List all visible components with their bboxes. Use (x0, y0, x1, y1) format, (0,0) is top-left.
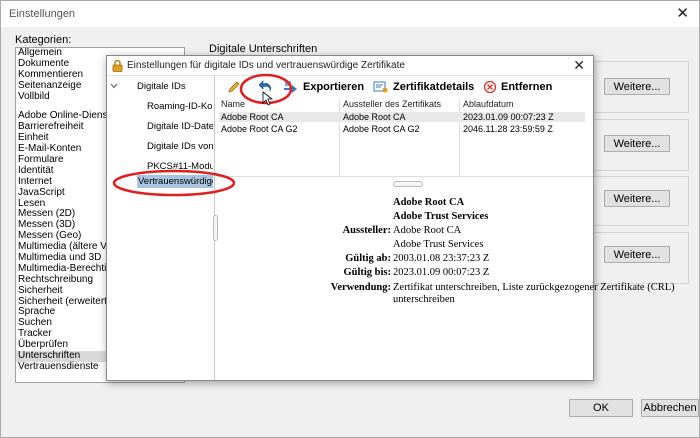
window-title: Einstellungen (9, 8, 76, 20)
detail-issuer-name: Adobe Root CA (393, 225, 462, 236)
dialog-title: Einstellungen für digitale IDs und vertr… (127, 60, 405, 71)
column-header-expires[interactable]: Ablaufdatum (463, 99, 514, 111)
table-row[interactable]: Adobe Root CA G2 Adobe Root CA G2 2046.1… (219, 124, 585, 134)
cancel-button[interactable]: Abbrechen (641, 399, 699, 417)
detail-cert-org: Adobe Trust Services (393, 211, 489, 222)
export-button[interactable]: Exportieren (283, 78, 364, 96)
tree-item-pkcs11[interactable]: PKCS#11-Module und Token (147, 161, 213, 172)
certificate-details-label: Zertifikatdetails (393, 81, 475, 93)
cell-expires: 2023.01.09 00:07:23 Z (463, 112, 554, 122)
column-header-issuer[interactable]: Aussteller des Zertifikats (343, 99, 441, 111)
cell-expires: 2046.11.28 23:59:59 Z (463, 124, 553, 134)
detail-valid-to: 2023.01.09 00:07:23 Z (393, 267, 490, 278)
detail-usage-line2: unterschreiben (393, 294, 455, 305)
export-icon (284, 81, 297, 93)
cell-name: Adobe Root CA (221, 112, 284, 122)
detail-cert-name: Adobe Root CA (393, 197, 465, 208)
dialog-tree: Digitale IDs Roaming-ID-Konten Digitale … (107, 76, 215, 380)
tree-item-id-files[interactable]: Digitale ID-Dateien (147, 121, 213, 132)
cell-issuer: Adobe Root CA G2 (343, 124, 420, 134)
section-title: Digitale Unterschriften (209, 43, 318, 55)
certificate-details-button[interactable]: Zertifikatdetails (373, 78, 474, 96)
window-titlebar: Einstellungen ✕ (1, 1, 699, 27)
dialog-titlebar: Einstellungen für digitale IDs und vertr… (107, 56, 593, 76)
table-row[interactable]: Adobe Root CA Adobe Root CA 2023.01.09 0… (219, 112, 585, 122)
tree-item-digital-ids[interactable]: Digitale IDs (137, 81, 186, 92)
lock-icon (112, 59, 123, 72)
splitter-line (217, 176, 593, 177)
categories-label: Kategorien: (15, 34, 72, 46)
more-button-2[interactable]: Weitere... (604, 135, 670, 152)
certificate-details-icon (373, 81, 388, 93)
export-label: Exportieren (303, 81, 365, 93)
more-button-4[interactable]: Weitere... (604, 246, 670, 263)
details-scroll-thumb[interactable] (213, 215, 218, 241)
dialog-close-icon[interactable]: ✕ (573, 57, 585, 74)
dialog-toolbar: Exportieren Zertifikatdetails Entfernen (217, 76, 593, 98)
detail-issuer-label: Aussteller: (342, 225, 391, 236)
detail-usage-label: Verwendung: (330, 282, 391, 293)
remove-icon (483, 80, 497, 94)
cell-name: Adobe Root CA G2 (221, 124, 298, 134)
detail-usage-line1: Zertifikat unterschreiben, Liste zurückg… (393, 282, 675, 293)
tree-item-trusted-certificates[interactable]: Vertrauenswürdige Zertifikate (137, 175, 213, 188)
remove-button[interactable]: Entfernen (483, 78, 552, 96)
close-icon[interactable]: ✕ (676, 4, 689, 22)
chevron-down-icon[interactable] (110, 81, 118, 92)
detail-valid-from-label: Gültig ab: (345, 253, 391, 264)
more-button-1[interactable]: Weitere... (604, 78, 670, 95)
pencil-icon[interactable] (227, 80, 241, 94)
tree-item-roaming[interactable]: Roaming-ID-Konten (147, 101, 213, 112)
tree-item-windows-ids[interactable]: Digitale IDs von Windows (147, 141, 213, 152)
remove-label: Entfernen (501, 81, 553, 93)
dialog-content: Exportieren Zertifikatdetails Entfernen … (217, 76, 675, 380)
column-header-name[interactable]: Name (221, 99, 245, 111)
detail-valid-from: 2003.01.08 23:37:23 Z (393, 253, 490, 264)
more-button-3[interactable]: Weitere... (604, 190, 670, 207)
splitter-handle[interactable] (393, 181, 423, 187)
cell-issuer: Adobe Root CA (343, 112, 406, 122)
detail-valid-to-label: Gültig bis: (343, 267, 391, 278)
ok-button[interactable]: OK (569, 399, 633, 417)
digital-id-dialog: Einstellungen für digitale IDs und vertr… (106, 55, 675, 381)
back-arrow-icon[interactable] (257, 78, 273, 94)
detail-issuer-org: Adobe Trust Services (393, 239, 484, 250)
